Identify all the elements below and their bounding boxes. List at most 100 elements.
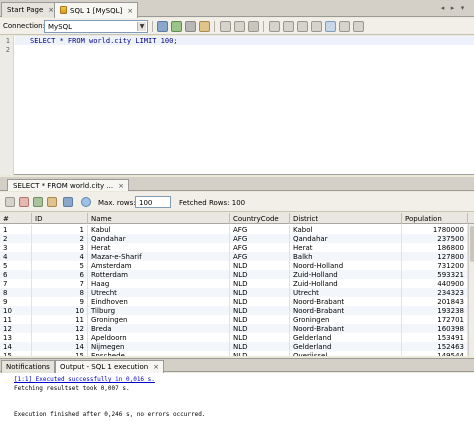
cell-population[interactable]: 149544 — [402, 351, 468, 356]
close-icon[interactable]: × — [127, 7, 133, 15]
cell-row-number[interactable]: 6 — [0, 270, 32, 279]
cell-district[interactable]: Overijssel — [290, 351, 402, 356]
cell-countrycode[interactable]: AFG — [230, 252, 290, 261]
cell-countrycode[interactable]: NLD — [230, 261, 290, 270]
cell-row-number[interactable]: 3 — [0, 243, 32, 252]
table-row[interactable]: 3 3 Herat AFG Herat 186800 — [0, 243, 468, 252]
cell-name[interactable]: Utrecht — [88, 288, 230, 297]
table-row[interactable]: 1 1 Kabul AFG Kabol 1780000 — [0, 225, 468, 234]
cell-population[interactable]: 160398 — [402, 324, 468, 333]
cell-name[interactable]: Eindhoven — [88, 297, 230, 306]
cell-row-number[interactable]: 9 — [0, 297, 32, 306]
bookmark-icon[interactable] — [339, 21, 350, 32]
column-header-population[interactable]: Population — [402, 213, 468, 224]
vertical-scrollbar[interactable] — [468, 224, 474, 356]
connection-select[interactable]: MySQL ▼ — [44, 20, 148, 33]
macro-icon[interactable] — [311, 21, 322, 32]
cell-district[interactable]: Balkh — [290, 252, 402, 261]
commit-icon[interactable] — [33, 197, 43, 207]
tab-query-result[interactable]: SELECT * FROM world.city ... × — [7, 179, 129, 191]
column-header-district[interactable]: District — [290, 213, 402, 224]
cell-population[interactable]: 201843 — [402, 297, 468, 306]
cell-row-number[interactable]: 4 — [0, 252, 32, 261]
history-icon[interactable] — [185, 21, 196, 32]
cell-name[interactable]: Mazar-e-Sharif — [88, 252, 230, 261]
cell-name[interactable]: Enschede — [88, 351, 230, 356]
cell-district[interactable]: Qandahar — [290, 234, 402, 243]
cell-countrycode[interactable]: NLD — [230, 333, 290, 342]
cell-district[interactable]: Gelderland — [290, 333, 402, 342]
sql-editor[interactable]: 1 2 SELECT * FROM world.city LIMIT 100; — [0, 36, 474, 175]
cell-row-number[interactable]: 8 — [0, 288, 32, 297]
cell-row-number[interactable]: 12 — [0, 324, 32, 333]
cell-row-number[interactable]: 13 — [0, 333, 32, 342]
scroll-right-icon[interactable]: ▸ — [448, 4, 457, 13]
cell-row-number[interactable]: 11 — [0, 315, 32, 324]
cell-id[interactable]: 5 — [32, 261, 88, 270]
cell-id[interactable]: 4 — [32, 252, 88, 261]
table-row[interactable]: 15 15 Enschede NLD Overijssel 149544 — [0, 351, 468, 356]
cell-id[interactable]: 13 — [32, 333, 88, 342]
cell-row-number[interactable]: 5 — [0, 261, 32, 270]
cell-district[interactable]: Noord-Brabant — [290, 306, 402, 315]
tab-list-icon[interactable]: ▾ — [458, 4, 467, 13]
cell-name[interactable]: Apeldoorn — [88, 333, 230, 342]
cell-id[interactable]: 12 — [32, 324, 88, 333]
column-header-countrycode[interactable]: CountryCode — [230, 213, 290, 224]
cell-population[interactable]: 234323 — [402, 288, 468, 297]
cell-district[interactable]: Utrecht — [290, 288, 402, 297]
scrollbar-thumb[interactable] — [470, 226, 474, 262]
tab-start-page[interactable]: Start Page × — [1, 2, 60, 17]
explain-icon[interactable] — [199, 21, 210, 32]
cell-id[interactable]: 3 — [32, 243, 88, 252]
table-row[interactable]: 12 12 Breda NLD Noord-Brabant 160398 — [0, 324, 468, 333]
table-row[interactable]: 7 7 Haag NLD Zuid-Holland 440900 — [0, 279, 468, 288]
format-icon[interactable] — [325, 21, 336, 32]
cancel-edits-icon[interactable] — [47, 197, 57, 207]
cell-district[interactable]: Kabol — [290, 225, 402, 234]
cell-countrycode[interactable]: NLD — [230, 351, 290, 356]
table-row[interactable]: 14 14 Nijmegen NLD Gelderland 152463 — [0, 342, 468, 351]
cell-row-number[interactable]: 10 — [0, 306, 32, 315]
cell-name[interactable]: Groningen — [88, 315, 230, 324]
cell-population[interactable]: 237500 — [402, 234, 468, 243]
column-header-name[interactable]: Name — [88, 213, 230, 224]
table-row[interactable]: 9 9 Eindhoven NLD Noord-Brabant 201843 — [0, 297, 468, 306]
cell-population[interactable]: 172701 — [402, 315, 468, 324]
close-icon[interactable]: × — [153, 363, 159, 371]
cell-row-number[interactable]: 2 — [0, 234, 32, 243]
cell-name[interactable]: Herat — [88, 243, 230, 252]
cell-name[interactable]: Amsterdam — [88, 261, 230, 270]
table-row[interactable]: 6 6 Rotterdam NLD Zuid-Holland 593321 — [0, 270, 468, 279]
cell-name[interactable]: Breda — [88, 324, 230, 333]
cell-district[interactable]: Gelderland — [290, 342, 402, 351]
cell-countrycode[interactable]: AFG — [230, 225, 290, 234]
cell-population[interactable]: 1780000 — [402, 225, 468, 234]
table-row[interactable]: 5 5 Amsterdam NLD Noord-Holland 731200 — [0, 261, 468, 270]
cell-population[interactable]: 731200 — [402, 261, 468, 270]
cell-countrycode[interactable]: NLD — [230, 315, 290, 324]
run-sql-icon[interactable] — [171, 21, 182, 32]
shift-left-icon[interactable] — [283, 21, 294, 32]
table-row[interactable]: 13 13 Apeldoorn NLD Gelderland 153491 — [0, 333, 468, 342]
cell-id[interactable]: 10 — [32, 306, 88, 315]
tab-output-sql-execution[interactable]: Output - SQL 1 execution × — [55, 360, 165, 373]
cell-district[interactable]: Noord-Brabant — [290, 297, 402, 306]
cell-countrycode[interactable]: NLD — [230, 288, 290, 297]
cell-row-number[interactable]: 7 — [0, 279, 32, 288]
delete-record-icon[interactable] — [19, 197, 29, 207]
column-header-row-number[interactable]: # — [0, 213, 32, 224]
cell-id[interactable]: 15 — [32, 351, 88, 356]
close-icon[interactable]: × — [118, 182, 124, 190]
cell-population[interactable]: 186800 — [402, 243, 468, 252]
cell-id[interactable]: 1 — [32, 225, 88, 234]
cell-id[interactable]: 6 — [32, 270, 88, 279]
cell-countrycode[interactable]: AFG — [230, 243, 290, 252]
cell-population[interactable]: 440900 — [402, 279, 468, 288]
cell-countrycode[interactable]: NLD — [230, 306, 290, 315]
tab-sql-1[interactable]: SQL 1 [MySQL] × — [54, 2, 139, 18]
shift-right-icon[interactable] — [297, 21, 308, 32]
cell-countrycode[interactable]: NLD — [230, 297, 290, 306]
cell-id[interactable]: 8 — [32, 288, 88, 297]
cell-row-number[interactable]: 14 — [0, 342, 32, 351]
